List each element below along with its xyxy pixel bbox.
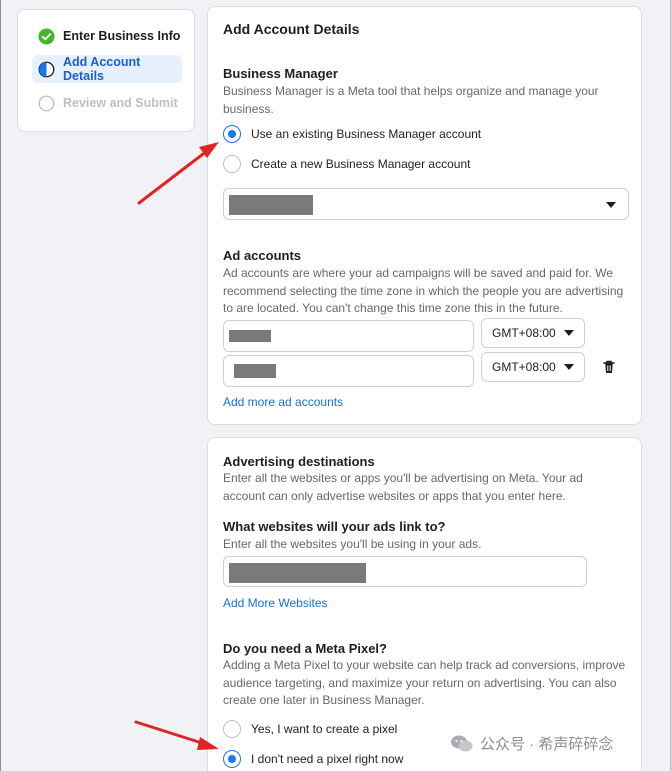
watermark: 公众号 · 希声碎碎念 — [450, 733, 613, 754]
wechat-icon — [451, 735, 473, 751]
red-arrow-icon — [134, 720, 219, 750]
watermark-text: 公众号 · 希声碎碎念 — [480, 736, 614, 753]
annotation-arrows — [134, 142, 219, 750]
red-arrow-icon — [137, 142, 219, 205]
